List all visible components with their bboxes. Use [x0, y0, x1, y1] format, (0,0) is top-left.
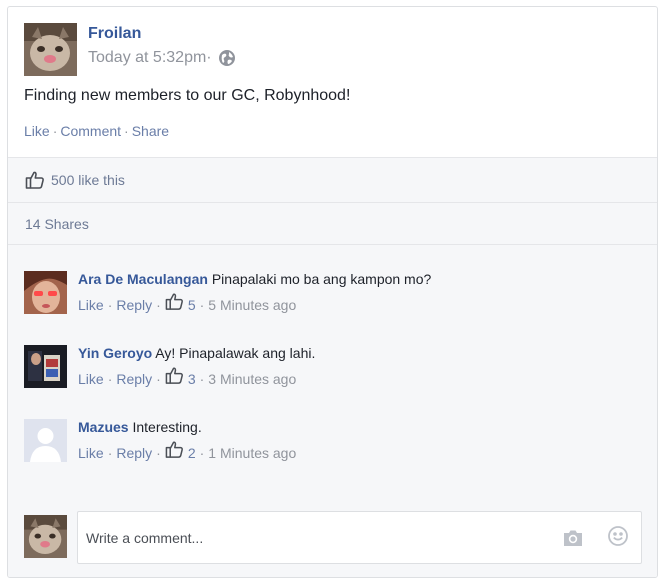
comment-like-count[interactable]: 5: [188, 297, 196, 313]
comment-meta: Like · Reply · 3 · 3 Minutes ago: [78, 366, 296, 388]
comment-time[interactable]: 3 Minutes ago: [208, 371, 296, 387]
thumbs-up-icon: [165, 366, 184, 385]
comment: Ara De Maculangan Pinapalaki mo ba ang k…: [24, 271, 634, 319]
post: Froilan Today at 5:32pm· Finding new mem…: [8, 7, 657, 157]
commenter-avatar[interactable]: [24, 419, 67, 462]
comment-like-count[interactable]: 3: [188, 371, 196, 387]
comment-like-link[interactable]: Like: [78, 445, 104, 461]
separator: ·: [107, 370, 113, 387]
post-card: Froilan Today at 5:32pm· Finding new mem…: [7, 6, 658, 578]
share-link[interactable]: Share: [132, 123, 169, 139]
separator: ·: [199, 444, 205, 461]
comment-author[interactable]: Ara De Maculangan: [78, 271, 208, 287]
comment-reply-link[interactable]: Reply: [116, 297, 152, 313]
separator: ·: [124, 123, 129, 139]
post-actions: Like · Comment · Share: [24, 123, 169, 139]
comment: Yin Geroyo Ay! Pinapalawak ang lahi. Lik…: [24, 345, 634, 393]
author-avatar[interactable]: [24, 23, 77, 76]
post-timestamp[interactable]: Today at 5:32pm·: [88, 49, 236, 67]
commenter-avatar[interactable]: [24, 271, 67, 314]
comment-author[interactable]: Mazues: [78, 419, 129, 435]
smiley-icon[interactable]: [607, 525, 629, 547]
like-link[interactable]: Like: [24, 123, 50, 139]
comment-link[interactable]: Comment: [60, 123, 121, 139]
comment-composer: [24, 511, 644, 567]
separator: ·: [107, 444, 113, 461]
comment-reply-link[interactable]: Reply: [116, 445, 152, 461]
post-text: Finding new members to our GC, Robynhood…: [24, 87, 351, 104]
comment-line: Ara De Maculangan Pinapalaki mo ba ang k…: [78, 271, 431, 287]
thumbs-up-icon: [165, 440, 184, 459]
likes-count[interactable]: 500 like this: [51, 172, 125, 188]
comment-time[interactable]: 5 Minutes ago: [208, 297, 296, 313]
shares-row: 14 Shares: [8, 203, 657, 245]
comment-text: Pinapalaki mo ba ang kampon mo?: [211, 271, 432, 287]
author-name[interactable]: Froilan: [88, 25, 141, 43]
separator: ·: [107, 296, 113, 313]
comments-section: Ara De Maculangan Pinapalaki mo ba ang k…: [8, 245, 657, 577]
comment-time[interactable]: 1 Minutes ago: [208, 445, 296, 461]
comment-line: Yin Geroyo Ay! Pinapalawak ang lahi.: [78, 345, 315, 361]
commenter-avatar[interactable]: [24, 345, 67, 388]
likes-row: 500 like this: [8, 157, 657, 203]
shares-count[interactable]: 14 Shares: [25, 216, 89, 232]
separator: ·: [156, 370, 161, 387]
separator: ·: [199, 370, 205, 387]
separator: ·: [156, 296, 161, 313]
comment-like-count[interactable]: 2: [188, 445, 196, 461]
timestamp-text[interactable]: Today at 5:32pm·: [88, 49, 212, 67]
comment-meta: Like · Reply · 5 · 5 Minutes ago: [78, 292, 296, 314]
comment-reply-link[interactable]: Reply: [116, 371, 152, 387]
comment-text: Ay! Pinapalawak ang lahi.: [155, 345, 316, 361]
comment-line: Mazues Interesting.: [78, 419, 202, 435]
comment-text: Interesting.: [132, 419, 202, 435]
comment-like-link[interactable]: Like: [78, 297, 104, 313]
separator: ·: [156, 444, 161, 461]
comment-author[interactable]: Yin Geroyo: [78, 345, 152, 361]
thumbs-up-icon: [165, 292, 184, 311]
camera-icon[interactable]: [562, 528, 584, 548]
comment-meta: Like · Reply · 2 · 1 Minutes ago: [78, 440, 296, 462]
composer-avatar[interactable]: [24, 515, 67, 558]
comment-input[interactable]: [77, 511, 642, 564]
comment: Mazues Interesting. Like · Reply · 2 · 1 Minu…: [24, 419, 634, 467]
thumbs-up-icon: [25, 170, 45, 190]
comment-like-link[interactable]: Like: [78, 371, 104, 387]
separator: ·: [52, 123, 58, 139]
separator: ·: [199, 296, 205, 313]
globe-icon[interactable]: [218, 49, 236, 67]
